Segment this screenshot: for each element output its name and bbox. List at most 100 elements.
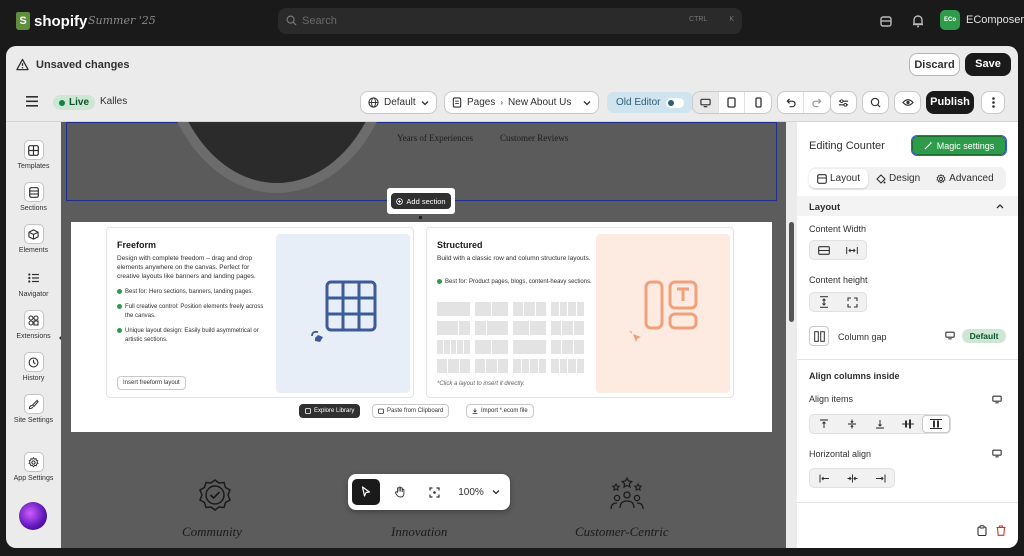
layout-preset[interactable] — [551, 302, 584, 316]
layout-preset[interactable] — [475, 340, 508, 354]
preview-button[interactable] — [894, 91, 921, 114]
layout-preset[interactable] — [475, 302, 508, 316]
tab-advanced[interactable]: Advanced — [928, 169, 1001, 188]
inspect-icon — [870, 97, 881, 108]
layout-section-header[interactable]: Layout — [797, 196, 1018, 216]
app-account-button[interactable]: ECo EComposer — [940, 10, 1024, 30]
align-center-bars-button[interactable] — [894, 415, 922, 433]
full-height-button[interactable] — [838, 293, 866, 311]
editor-canvas: Years of Experiences Customer Reviews Ad… — [61, 122, 786, 548]
layout-preset[interactable] — [475, 321, 508, 335]
align-items-options — [809, 414, 951, 434]
menu-icon[interactable] — [26, 96, 38, 107]
clipboard-icon[interactable] — [977, 525, 987, 536]
toggle-switch[interactable] — [666, 97, 685, 108]
live-dot-icon — [59, 99, 65, 106]
align-stretch-button[interactable] — [922, 415, 950, 433]
layout-preset[interactable] — [513, 302, 546, 316]
desktop-icon[interactable] — [992, 449, 1002, 458]
align-middle-icon — [848, 419, 856, 429]
structured-card[interactable]: Structured Build with a classic row and … — [426, 227, 734, 398]
layout-preset[interactable] — [437, 359, 470, 373]
list-item: Best for: Hero sections, banners, landin… — [117, 288, 272, 297]
full-width-button[interactable] — [810, 241, 838, 259]
undo-button[interactable] — [778, 92, 804, 113]
explore-library-button[interactable]: Explore Library — [299, 404, 361, 418]
layout-preset[interactable] — [475, 359, 508, 373]
desktop-icon[interactable] — [992, 395, 1002, 404]
device-mobile-button[interactable] — [745, 92, 771, 113]
mobile-icon — [754, 97, 762, 108]
layout-preset[interactable] — [551, 359, 584, 373]
sidebar-item-navigator[interactable]: Navigator — [6, 268, 61, 298]
store-name[interactable]: Summer '25 — [88, 14, 156, 27]
device-desktop-button[interactable] — [693, 92, 719, 113]
align-bottom-button[interactable] — [866, 415, 894, 433]
old-editor-toggle[interactable]: Old Editor — [607, 92, 693, 113]
sidebar-item-sections[interactable]: Sections — [6, 182, 61, 212]
store-icon[interactable] — [878, 13, 894, 29]
boxed-width-button[interactable] — [838, 241, 866, 259]
sidebar-item-templates[interactable]: Templates — [6, 140, 61, 170]
add-section-button[interactable]: Add section — [387, 188, 455, 214]
redo-button[interactable] — [804, 92, 830, 113]
column-gap-value[interactable]: Default — [962, 329, 1006, 343]
more-options-button[interactable] — [981, 91, 1005, 114]
align-middle-button[interactable] — [838, 415, 866, 433]
desktop-icon[interactable] — [945, 331, 955, 340]
bell-icon[interactable] — [910, 13, 926, 29]
layout-preset[interactable] — [513, 340, 546, 354]
sections-icon — [28, 186, 39, 198]
layout-preset[interactable] — [551, 340, 584, 354]
device-tablet-button[interactable] — [719, 92, 745, 113]
settings-sliders-button[interactable] — [830, 91, 857, 114]
inspect-button[interactable] — [862, 91, 889, 114]
layout-preset[interactable] — [437, 302, 470, 316]
language-select[interactable]: Default — [360, 91, 437, 114]
justify-start-button[interactable] — [810, 469, 838, 487]
horizontal-align-label: Horizontal align — [809, 449, 872, 459]
paste-clipboard-button[interactable]: Paste from Clipboard — [372, 404, 450, 418]
import-file-button[interactable]: Import *.ecom file — [466, 404, 534, 418]
sidebar-item-elements[interactable]: Elements — [6, 224, 61, 254]
align-top-button[interactable] — [810, 415, 838, 433]
layout-preset[interactable] — [513, 359, 546, 373]
hand-tool-button[interactable] — [386, 479, 414, 505]
layout-preset[interactable] — [551, 321, 584, 335]
select-tool-button[interactable] — [352, 479, 380, 505]
magic-settings-button[interactable]: Magic settings — [911, 135, 1007, 156]
zoom-select[interactable]: 100% — [452, 479, 506, 505]
layout-preset[interactable] — [513, 321, 546, 335]
sidebar-item-site-settings[interactable]: Site Settings — [6, 394, 61, 424]
publish-button[interactable]: Publish — [926, 91, 974, 114]
user-avatar[interactable] — [19, 502, 47, 530]
team-stars-icon — [610, 476, 644, 510]
app-name: EComposer — [966, 14, 1024, 26]
insert-freeform-button[interactable]: Insert freeform layout — [117, 376, 186, 390]
align-bottom-icon — [876, 420, 884, 429]
tab-design[interactable]: Design — [868, 169, 928, 188]
column-gap-control[interactable] — [809, 326, 829, 346]
scrollbar-thumb[interactable] — [789, 222, 794, 322]
justify-end-button[interactable] — [866, 469, 894, 487]
freeform-card[interactable]: Freeform Design with complete freedom – … — [106, 227, 414, 398]
layout-preset[interactable] — [437, 321, 470, 335]
sidebar-item-extensions[interactable]: Extensions — [6, 310, 61, 340]
sidebar-item-app-settings[interactable]: App Settings — [6, 452, 61, 482]
fit-height-button[interactable] — [810, 293, 838, 311]
search-input[interactable]: Search CTRL K — [278, 8, 742, 34]
page-select[interactable]: Pages › New About Us — [444, 91, 599, 114]
theme-name: Kalles — [100, 96, 128, 107]
justify-center-button[interactable] — [838, 469, 866, 487]
shopify-logo[interactable]: S shopify — [16, 12, 87, 30]
fit-screen-button[interactable] — [420, 479, 448, 505]
layout-presets-grid — [437, 302, 584, 373]
canvas-scrollbar[interactable] — [786, 122, 797, 548]
unsaved-changes-bar: Unsaved changes Discard Save — [6, 46, 1018, 83]
save-button[interactable]: Save — [965, 53, 1011, 76]
tab-layout[interactable]: Layout — [809, 169, 869, 188]
discard-button[interactable]: Discard — [909, 53, 960, 76]
trash-icon[interactable] — [996, 525, 1006, 536]
sidebar-item-history[interactable]: History — [6, 352, 61, 382]
layout-preset[interactable] — [437, 340, 470, 354]
